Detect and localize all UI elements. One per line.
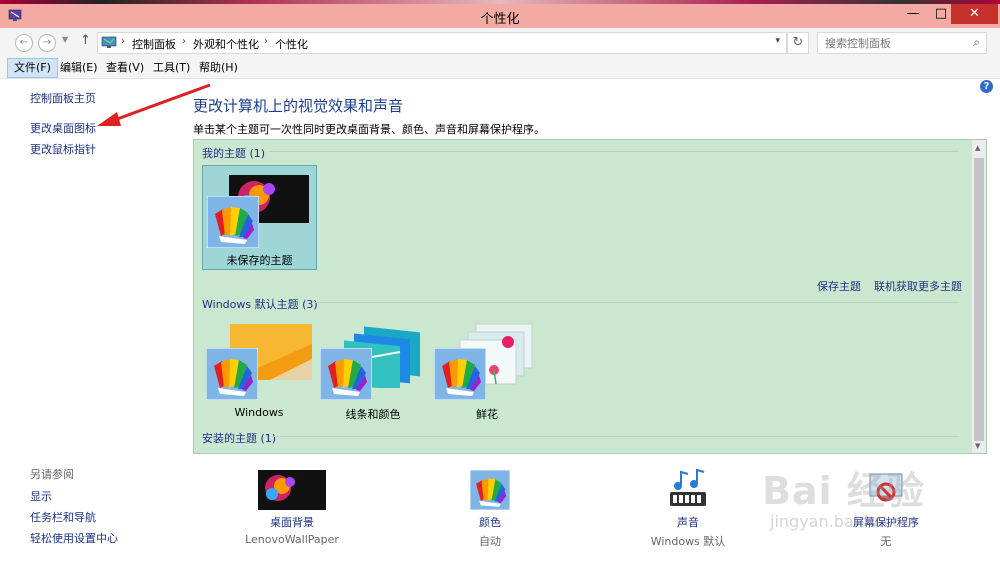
page-title: 更改计算机上的视觉效果和声音 <box>193 97 404 115</box>
title-bar: 个性化 — □ ✕ <box>0 4 1000 28</box>
sound-value: Windows 默认 <box>650 535 726 548</box>
see-also-title: 另请参阅 <box>30 468 74 481</box>
help-icon[interactable]: ? <box>980 80 993 93</box>
color-palette-icon <box>206 348 258 400</box>
music-notes-icon <box>670 468 706 506</box>
theme-label: Windows <box>234 406 284 419</box>
recent-locations-chevron-icon[interactable]: ▼ <box>62 35 68 44</box>
change-desktop-icons-link[interactable]: 更改桌面图标 <box>30 120 96 136</box>
breadcrumb-personalization[interactable]: 个性化 <box>275 36 308 52</box>
menu-bar: 文件(F) 编辑(E) 查看(V) 工具(T) 帮助(H) <box>0 58 1000 79</box>
back-arrow-icon[interactable]: ← <box>15 34 33 52</box>
theme-label: 未保存的主题 <box>226 254 293 267</box>
group-my-themes: 我的主题 (1) <box>202 147 266 160</box>
save-theme-link[interactable]: 保存主题 <box>817 278 861 294</box>
control-panel-icon <box>101 36 117 48</box>
color-value: 自动 <box>479 535 501 548</box>
color-label[interactable]: 颜色 <box>420 514 560 530</box>
desktop-background-label[interactable]: 桌面背景 <box>222 514 362 530</box>
theme-unsaved[interactable]: 未保存的主题 <box>202 165 317 270</box>
sound-button[interactable] <box>666 468 710 512</box>
desktop-background-button[interactable] <box>258 470 326 510</box>
desktop-background-thumbnail <box>258 470 326 510</box>
theme-list-scrollbar[interactable]: ▲ ▼ <box>972 140 986 453</box>
group-divider <box>269 151 959 152</box>
group-divider <box>274 436 959 437</box>
breadcrumb-separator-icon[interactable]: › <box>264 36 268 47</box>
sound-label[interactable]: 声音 <box>618 514 758 530</box>
navigation-bar: ← → ▼ ↑ › 控制面板 › 外观和个性化 › 个性化 ▾ ↻ ⌕ <box>0 28 1000 58</box>
scroll-up-icon[interactable]: ▲ <box>975 144 980 152</box>
change-mouse-pointer-link[interactable]: 更改鼠标指针 <box>30 141 96 157</box>
color-palette-icon <box>320 348 372 400</box>
menu-edit[interactable]: 编辑(E) <box>54 58 104 78</box>
theme-label: 鲜花 <box>476 408 498 421</box>
breadcrumb-appearance[interactable]: 外观和个性化 <box>193 36 259 52</box>
color-button[interactable] <box>469 469 511 511</box>
address-bar[interactable]: › 控制面板 › 外观和个性化 › 个性化 ▾ <box>97 32 787 54</box>
theme-windows[interactable]: Windows <box>204 320 314 420</box>
theme-list[interactable]: 我的主题 (1) 未保存的主题 保存主题 联机获取更多主题 Windows 默认… <box>193 139 987 454</box>
minimize-button[interactable]: — <box>898 4 928 24</box>
get-more-themes-link[interactable]: 联机获取更多主题 <box>874 278 962 294</box>
color-palette-icon <box>469 469 511 511</box>
see-also-display-link[interactable]: 显示 <box>30 488 52 504</box>
group-divider <box>314 302 959 303</box>
search-input[interactable] <box>823 33 967 53</box>
up-arrow-icon[interactable]: ↑ <box>80 33 91 48</box>
color-palette-icon <box>207 196 259 248</box>
search-icon[interactable]: ⌕ <box>973 35 980 50</box>
breadcrumb-separator-icon[interactable]: › <box>182 36 186 47</box>
address-dropdown-icon[interactable]: ▾ <box>775 36 780 46</box>
screen-saver-value: 无 <box>880 535 892 548</box>
group-installed-themes: 安装的主题 (1) <box>202 432 277 445</box>
see-also-ease-of-access-link[interactable]: 轻松使用设置中心 <box>30 530 118 546</box>
see-also-taskbar-link[interactable]: 任务栏和导航 <box>30 509 96 525</box>
menu-file[interactable]: 文件(F) <box>7 58 58 78</box>
scroll-down-icon[interactable]: ▼ <box>975 442 980 450</box>
window-title: 个性化 <box>480 12 520 27</box>
control-panel-home-link[interactable]: 控制面板主页 <box>30 90 96 106</box>
color-palette-icon <box>434 348 486 400</box>
breadcrumb-control-panel[interactable]: 控制面板 <box>132 36 176 52</box>
theme-lines-and-colors[interactable]: 线条和颜色 <box>318 320 428 421</box>
baidu-watermark-url: jingyan.baidu.com <box>770 512 918 531</box>
search-box: ⌕ <box>817 32 987 54</box>
group-windows-default: Windows 默认主题 (3) <box>202 298 318 311</box>
desktop-background-value: LenovoWallPaper <box>245 533 339 546</box>
forward-arrow-icon[interactable]: → <box>38 34 56 52</box>
menu-view[interactable]: 查看(V) <box>100 58 150 78</box>
menu-tools[interactable]: 工具(T) <box>147 58 196 78</box>
theme-flowers[interactable]: 鲜花 <box>432 320 542 421</box>
close-button[interactable]: ✕ <box>951 4 998 24</box>
menu-help[interactable]: 帮助(H) <box>193 58 244 78</box>
refresh-icon[interactable]: ↻ <box>787 32 809 54</box>
page-description: 单击某个主题可一次性同时更改桌面背景、颜色、声音和屏幕保护程序。 <box>193 123 545 136</box>
baidu-watermark: Bai 经验 <box>762 469 925 513</box>
scrollbar-thumb[interactable] <box>974 158 984 441</box>
theme-label: 线条和颜色 <box>345 408 401 421</box>
breadcrumb-separator-icon[interactable]: › <box>121 36 125 47</box>
